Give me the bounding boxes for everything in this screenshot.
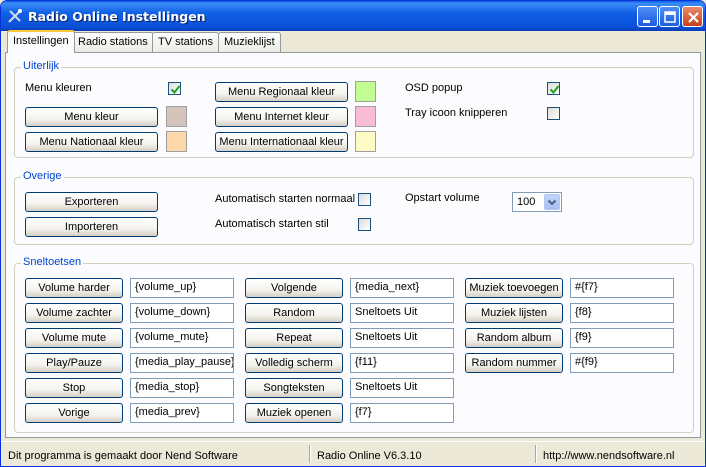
osd-popup-label: OSD popup: [405, 82, 463, 94]
opstart-volume-label: Opstart volume: [405, 192, 480, 204]
tab-instellingen[interactable]: Instellingen: [7, 30, 75, 53]
hotkey-field-stop[interactable]: {media_stop}: [130, 378, 234, 398]
minimize-button[interactable]: [637, 6, 658, 27]
hotkey-button-muziek-openen[interactable]: Muziek openen: [245, 403, 343, 423]
hotkey-button-volume-mute[interactable]: Volume mute: [25, 328, 123, 348]
tray-icoon-checkbox[interactable]: [547, 107, 560, 120]
auto-start-normaal-label: Automatisch starten normaal: [215, 193, 356, 205]
chevron-down-icon[interactable]: [544, 194, 560, 210]
hotkey-button-muziek-lijsten[interactable]: Muziek lijsten: [465, 303, 563, 323]
hotkey-field-play-pauze[interactable]: {media_play_pause}: [130, 353, 234, 373]
auto-start-stil-label: Automatisch starten stil: [215, 218, 329, 230]
menu-internet-kleur-swatch[interactable]: [355, 106, 376, 127]
menu-kleuren-checkbox[interactable]: [168, 82, 181, 95]
menu-kleuren-label: Menu kleuren: [25, 82, 92, 94]
menu-regionaal-kleur-swatch[interactable]: [355, 81, 376, 102]
tab-panel-instellingen: Uiterlijk Menu kleuren Menu kleur Menu N…: [5, 52, 701, 438]
group-legend: Sneltoetsen: [21, 256, 84, 268]
menu-nationaal-kleur-swatch[interactable]: [166, 131, 187, 152]
hotkey-field-volume-zachter[interactable]: {volume_down}: [130, 303, 234, 323]
hotkey-button-random[interactable]: Random: [245, 303, 343, 323]
status-bar: Dit programma is gemaakt door Nend Softw…: [1, 441, 705, 466]
settings-window: Radio Online Instellingen Instellingen R…: [0, 0, 706, 467]
hotkey-field-volume-mute[interactable]: {volume_mute}: [130, 328, 234, 348]
hotkey-button-random-nummer[interactable]: Random nummer: [465, 353, 563, 373]
hotkey-button-volledig-scherm[interactable]: Volledig scherm: [245, 353, 343, 373]
hotkey-button-repeat[interactable]: Repeat: [245, 328, 343, 348]
menu-kleur-swatch[interactable]: [166, 106, 187, 127]
hotkey-field-muziek-lijsten[interactable]: {f8}: [570, 303, 674, 323]
hotkey-button-volume-zachter[interactable]: Volume zachter: [25, 303, 123, 323]
menu-kleur-button[interactable]: Menu kleur: [25, 107, 158, 127]
hotkey-field-random-nummer[interactable]: #{f9}: [570, 353, 674, 373]
hotkey-button-volgende[interactable]: Volgende: [245, 278, 343, 298]
hotkey-button-random-album[interactable]: Random album: [465, 328, 563, 348]
osd-popup-checkbox[interactable]: [547, 82, 560, 95]
status-credit: Dit programma is gemaakt door Nend Softw…: [8, 450, 238, 462]
tab-muzieklijst[interactable]: Muzieklijst: [218, 32, 281, 52]
group-uiterlijk: Uiterlijk Menu kleuren Menu kleur Menu N…: [14, 60, 694, 158]
title-bar[interactable]: Radio Online Instellingen: [1, 1, 705, 31]
menu-internationaal-kleur-swatch[interactable]: [355, 131, 376, 152]
hotkey-field-random[interactable]: Sneltoets Uit: [350, 303, 454, 323]
exporteren-button[interactable]: Exporteren: [25, 192, 158, 212]
status-version: Radio Online V6.3.10: [317, 450, 422, 462]
group-sneltoetsen: Sneltoetsen Volume harder {volume_up} Volu…: [14, 256, 694, 433]
tab-label: Instellingen: [13, 35, 69, 47]
tray-icoon-label: Tray icoon knipperen: [405, 107, 508, 119]
status-separator: [309, 445, 311, 463]
hotkey-button-vorige[interactable]: Vorige: [25, 403, 123, 423]
hotkey-button-songteksten[interactable]: Songteksten: [245, 378, 343, 398]
hotkey-button-muziek-toevoegen[interactable]: Muziek toevoegen: [465, 278, 563, 298]
tab-label: TV stations: [158, 36, 214, 48]
menu-nationaal-kleur-button[interactable]: Menu Nationaal kleur: [25, 132, 158, 152]
hotkey-field-repeat[interactable]: Sneltoets Uit: [350, 328, 454, 348]
auto-start-stil-checkbox[interactable]: [358, 218, 371, 231]
window-title: Radio Online Instellingen: [28, 9, 206, 24]
tab-radio-stations[interactable]: Radio stations: [72, 32, 154, 52]
menu-regionaal-kleur-button[interactable]: Menu Regionaal kleur: [215, 82, 348, 102]
auto-start-normaal-checkbox[interactable]: [358, 193, 371, 206]
app-icon: [7, 8, 23, 24]
status-separator: [535, 445, 537, 463]
tab-label: Radio stations: [78, 36, 148, 48]
maximize-button[interactable]: [659, 6, 680, 27]
hotkey-field-volledig-scherm[interactable]: {f11}: [350, 353, 454, 373]
hotkey-field-muziek-openen[interactable]: {f7}: [350, 403, 454, 423]
hotkey-field-muziek-toevoegen[interactable]: #{f7}: [570, 278, 674, 298]
close-button[interactable]: [682, 6, 703, 27]
hotkey-button-play-pauze[interactable]: Play/Pauze: [25, 353, 123, 373]
opstart-volume-value: 100: [517, 196, 536, 208]
hotkey-field-vorige[interactable]: {media_prev}: [130, 403, 234, 423]
tab-tv-stations[interactable]: TV stations: [152, 32, 220, 52]
menu-internet-kleur-button[interactable]: Menu Internet kleur: [215, 107, 348, 127]
hotkey-field-volume-harder[interactable]: {volume_up}: [130, 278, 234, 298]
importeren-button[interactable]: Importeren: [25, 217, 158, 237]
tab-label: Muzieklijst: [224, 36, 275, 48]
hotkey-field-volgende[interactable]: {media_next}: [350, 278, 454, 298]
hotkey-button-volume-harder[interactable]: Volume harder: [25, 278, 123, 298]
opstart-volume-select[interactable]: 100: [512, 192, 562, 212]
group-legend: Uiterlijk: [21, 60, 62, 72]
hotkey-field-songteksten[interactable]: Sneltoets Uit: [350, 378, 454, 398]
hotkey-field-random-album[interactable]: {f9}: [570, 328, 674, 348]
group-overige: Overige Exporteren Importeren Automatisc…: [14, 170, 694, 245]
hotkey-button-stop[interactable]: Stop: [25, 378, 123, 398]
status-url[interactable]: http://www.nendsoftware.nl: [543, 450, 674, 462]
menu-internationaal-kleur-button[interactable]: Menu Internationaal kleur: [215, 132, 348, 152]
group-legend: Overige: [21, 170, 64, 182]
